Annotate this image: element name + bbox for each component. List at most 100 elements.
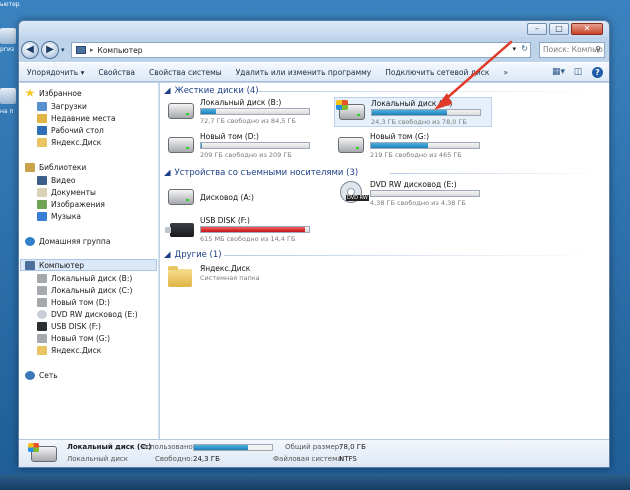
- desktop-label: на п: [0, 108, 14, 115]
- sidebar-item-video[interactable]: Видео: [37, 174, 75, 186]
- drive-tile-b[interactable]: Локальный диск (B:) 72,7 ГБ свободно из …: [164, 97, 314, 127]
- usage-bar: [200, 142, 310, 149]
- preview-pane-icon[interactable]: ◫: [572, 67, 584, 78]
- hard-drive-icon: [37, 273, 47, 283]
- breadcrumb-separator[interactable]: ▸: [90, 46, 94, 54]
- sidebar-item-documents[interactable]: Документы: [37, 186, 96, 198]
- hard-drive-icon: [37, 333, 47, 343]
- sidebar-item-label: DVD RW дисковод (E:): [51, 309, 138, 319]
- history-dropdown-icon[interactable]: ▾: [61, 46, 65, 54]
- details-free-value: 24,3 ГБ: [193, 455, 220, 463]
- drive-name: Новый том (D:): [200, 132, 259, 141]
- sidebar-item-drive-b[interactable]: Локальный диск (B:): [37, 272, 132, 284]
- breadcrumb-computer[interactable]: Компьютер: [98, 46, 143, 55]
- group-header-hard-drives[interactable]: ◢ Жесткие диски (4): [164, 85, 259, 97]
- minimize-button[interactable]: –: [527, 23, 547, 35]
- sidebar-item-desktop[interactable]: Рабочий стол: [37, 124, 104, 136]
- drive-free-space: 219 ГБ свободно из 465 ГБ: [370, 151, 462, 159]
- address-bar[interactable]: ▸ Компьютер ▾ ↻: [71, 42, 531, 58]
- drive-tile-f[interactable]: USB DISK (F:) 615 МБ свободно из 14,4 ГБ: [164, 215, 314, 245]
- sidebar-item-label: Документы: [51, 187, 96, 197]
- desktop-icon[interactable]: [0, 88, 16, 104]
- drive-tile-g[interactable]: Новый том (G:) 219 ГБ свободно из 465 ГБ: [334, 131, 492, 161]
- recent-places-icon: [37, 113, 47, 123]
- map-network-drive-button[interactable]: Подключить сетевой диск: [385, 68, 489, 77]
- usage-bar: [200, 108, 310, 115]
- address-dropdown-icon[interactable]: ▾: [512, 45, 516, 53]
- sidebar-item-label: USB DISK (F:): [51, 321, 101, 331]
- search-icon[interactable]: ⚲: [595, 45, 601, 54]
- drive-tile-a[interactable]: Дисковод (A:): [164, 183, 314, 213]
- back-button[interactable]: ◀: [21, 41, 39, 59]
- close-button[interactable]: ✕: [571, 23, 603, 35]
- sidebar-item-drive-f[interactable]: USB DISK (F:): [37, 320, 101, 332]
- help-icon[interactable]: ?: [592, 67, 603, 78]
- sidebar-item-favorites[interactable]: Избранное: [25, 87, 82, 99]
- sidebar-item-drive-d[interactable]: Новый том (D:): [37, 296, 110, 308]
- group-header-other[interactable]: ◢ Другие (1): [164, 249, 222, 261]
- uninstall-program-button[interactable]: Удалить или изменить программу: [236, 68, 372, 77]
- collapse-icon: ◢: [164, 250, 171, 260]
- computer-icon: [76, 46, 86, 54]
- collapse-icon: ◢: [164, 168, 171, 178]
- drive-tile-e[interactable]: DVD RW DVD RW дисковод (E:) 4,38 ГБ своб…: [334, 179, 492, 209]
- sidebar-item-computer[interactable]: Компьютер: [20, 259, 157, 271]
- sidebar-item-recent[interactable]: Недавние места: [37, 112, 116, 124]
- properties-button[interactable]: Свойства: [98, 68, 135, 77]
- more-commands-button[interactable]: »: [503, 68, 508, 77]
- drive-tile-d[interactable]: Новый том (D:) 209 ГБ свободно из 209 ГБ: [164, 131, 314, 161]
- group-header-removable[interactable]: ◢ Устройства со съемными носителями (3): [164, 167, 358, 179]
- explorer-window: – □ ✕ ◀ ▶ ▾ ▸ Компьютер ▾ ↻ Поиск: Компь…: [18, 20, 610, 468]
- downloads-folder-icon: [37, 101, 47, 111]
- usage-bar-fill: [201, 227, 305, 232]
- address-row: ◀ ▶ ▾ ▸ Компьютер ▾ ↻ Поиск: Компью... ⚲: [19, 39, 609, 61]
- hard-drive-icon: [338, 137, 364, 153]
- refresh-icon[interactable]: ↻: [521, 44, 528, 53]
- usage-bar: [370, 190, 480, 197]
- details-drive-type: Локальный диск: [67, 455, 129, 463]
- sidebar-item-homegroup[interactable]: Домашняя группа: [25, 235, 110, 247]
- details-used-label: Использовано:: [141, 443, 196, 451]
- sidebar-item-yandex-disk[interactable]: Яндекс.Диск: [37, 344, 101, 356]
- desktop-icon[interactable]: [0, 28, 16, 44]
- group-title: Жесткие диски (4): [174, 86, 259, 96]
- search-input[interactable]: Поиск: Компью... ⚲: [539, 42, 605, 58]
- system-properties-button[interactable]: Свойства системы: [149, 68, 222, 77]
- sidebar-item-drive-g[interactable]: Новый том (G:): [37, 332, 110, 344]
- usage-bar-fill: [201, 109, 217, 114]
- computer-icon: [25, 260, 35, 270]
- title-bar[interactable]: – □ ✕: [19, 21, 609, 37]
- usb-drive-icon: [165, 223, 194, 237]
- sidebar-item-pictures[interactable]: Изображения: [37, 198, 105, 210]
- sidebar-item-drive-e[interactable]: DVD RW дисковод (E:): [37, 308, 138, 320]
- folder-icon: [168, 266, 192, 287]
- hard-drive-icon: [37, 297, 47, 307]
- sidebar-item-libraries[interactable]: Библиотеки: [25, 161, 86, 173]
- sidebar-item-label: Локальный диск (C:): [51, 285, 133, 295]
- folder-icon: [37, 345, 47, 355]
- sidebar-item-music[interactable]: Музыка: [37, 210, 81, 222]
- desktop-label: ргиз: [0, 46, 15, 53]
- sidebar-item-downloads[interactable]: Загрузки: [37, 100, 87, 112]
- sidebar-item-yandex-disk-fav[interactable]: Яндекс.Диск: [37, 136, 101, 148]
- drive-tile-c[interactable]: Локальный диск (C:) 24,3 ГБ свободно из …: [334, 97, 492, 127]
- folder-tile-yandex-disk[interactable]: Яндекс.Диск Системная папка: [164, 263, 314, 293]
- drive-name: USB DISK (F:): [200, 216, 250, 225]
- sidebar-item-label: Избранное: [39, 88, 82, 98]
- forward-button[interactable]: ▶: [41, 41, 59, 59]
- sidebar-item-label: Домашняя группа: [39, 236, 111, 246]
- details-pane: Локальный диск (C:) Локальный диск Испол…: [19, 439, 609, 467]
- sidebar-item-label: Новый том (G:): [51, 333, 111, 343]
- sidebar-item-drive-c[interactable]: Локальный диск (C:): [37, 284, 132, 296]
- drive-name: Локальный диск (C:): [371, 99, 453, 108]
- organize-button[interactable]: Упорядочить ▾: [27, 68, 84, 77]
- usage-bar-fill: [372, 110, 447, 115]
- view-options-icon[interactable]: ▦▾: [552, 67, 565, 78]
- pictures-icon: [37, 199, 47, 209]
- maximize-button[interactable]: □: [549, 23, 569, 35]
- group-divider: [258, 91, 598, 92]
- sidebar-item-network[interactable]: Сеть: [25, 369, 58, 381]
- details-fs-value: NTFS: [339, 455, 357, 463]
- desktop-folder-icon: [37, 125, 47, 135]
- navigation-pane: Избранное Загрузки Недавние места Рабочи…: [19, 83, 159, 439]
